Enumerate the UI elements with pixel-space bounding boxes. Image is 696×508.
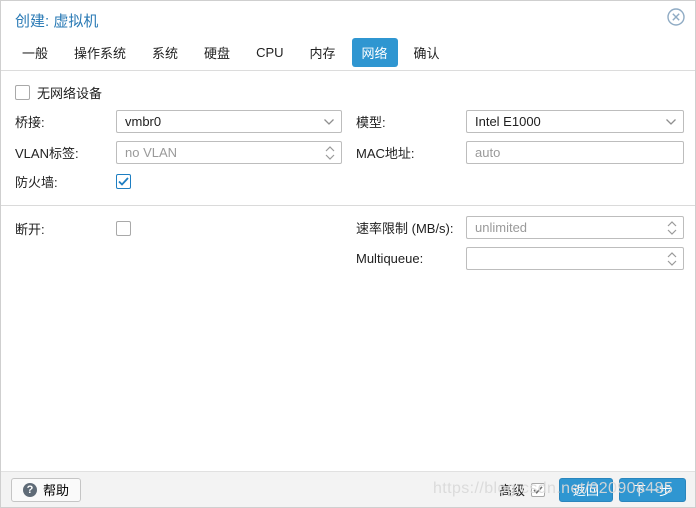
no-network-device-label: 无网络设备 [37,83,102,102]
model-label: 模型: [356,112,466,131]
multiqueue-label: Multiqueue: [356,251,466,266]
spinner-up-down-icon[interactable] [667,217,677,238]
advanced-section-divider [1,205,696,206]
rate-limit-label: 速率限制 (MB/s): [356,218,466,237]
mac-address-input[interactable]: auto [466,141,684,164]
rate-limit-placeholder: unlimited [475,220,527,235]
mac-address-label: MAC地址: [356,143,466,162]
tab-system[interactable]: 系统 [142,38,188,67]
bridge-value: vmbr0 [125,114,161,129]
close-icon[interactable] [667,8,685,26]
advanced-checkbox[interactable] [531,483,545,497]
rate-limit-spinner[interactable]: unlimited [466,216,684,239]
back-button[interactable]: 返回 [559,478,613,502]
tab-memory[interactable]: 内存 [300,38,346,67]
mac-address-placeholder: auto [475,145,500,160]
dialog-footer: ? 帮助 高级 返回 下一步 [1,471,695,507]
bridge-label: 桥接: [15,112,116,131]
spinner-up-down-icon[interactable] [325,142,335,163]
model-value: Intel E1000 [475,114,541,129]
firewall-label: 防火墙: [15,172,116,191]
tab-os[interactable]: 操作系统 [64,38,136,67]
network-form: 无网络设备 桥接: vmbr0 模型: Intel E1000 [1,71,695,270]
chevron-down-icon[interactable] [665,111,677,132]
tab-general[interactable]: 一般 [12,38,58,67]
spinner-up-down-icon[interactable] [667,248,677,269]
bridge-combobox[interactable]: vmbr0 [116,110,342,133]
dialog-header: 创建: 虚拟机 [1,1,695,35]
create-vm-dialog: 创建: 虚拟机 一般 操作系统 系统 硬盘 CPU 内存 网络 确认 无网络设备… [0,0,696,508]
help-icon: ? [23,483,37,497]
tab-harddisk[interactable]: 硬盘 [194,38,240,67]
model-combobox[interactable]: Intel E1000 [466,110,684,133]
no-network-device-checkbox[interactable] [15,85,30,100]
dialog-title: 创建: 虚拟机 [15,13,98,30]
next-button[interactable]: 下一步 [619,478,686,502]
help-button-label: 帮助 [43,480,69,499]
wizard-tabbar: 一般 操作系统 系统 硬盘 CPU 内存 网络 确认 [1,35,695,71]
tab-network[interactable]: 网络 [352,38,398,67]
vlan-tag-label: VLAN标签: [15,143,116,162]
multiqueue-spinner[interactable] [466,247,684,270]
disconnect-checkbox[interactable] [116,221,131,236]
vlan-tag-spinner[interactable]: no VLAN [116,141,342,164]
disconnect-label: 断开: [15,219,116,238]
help-button[interactable]: ? 帮助 [11,478,81,502]
vlan-tag-placeholder: no VLAN [125,145,177,160]
chevron-down-icon[interactable] [323,111,335,132]
tab-cpu[interactable]: CPU [246,40,293,65]
tab-confirm[interactable]: 确认 [404,38,450,67]
firewall-checkbox[interactable] [116,174,131,189]
advanced-label: 高级 [499,480,525,499]
